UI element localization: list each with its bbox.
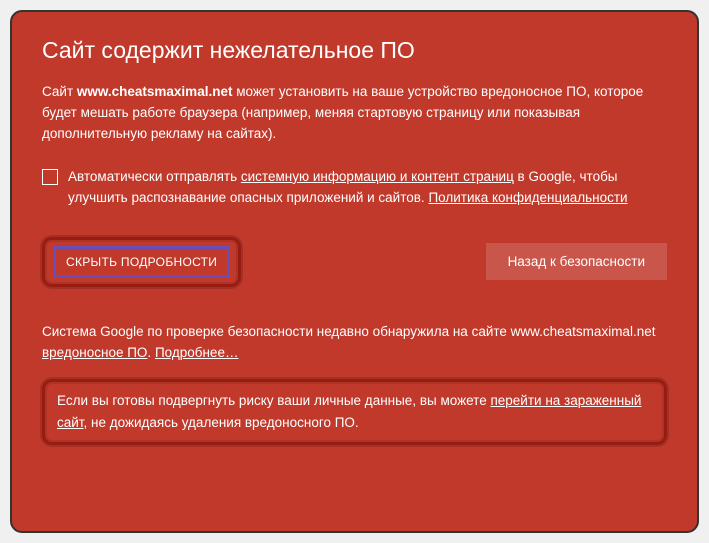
details-t2: . <box>147 345 155 360</box>
proceed-t2: , не дожидаясь удаления вредоносного ПО. <box>84 415 359 430</box>
warning-title: Сайт содержит нежелательное ПО <box>42 37 667 64</box>
details-text: Система Google по проверке безопасности … <box>42 322 667 364</box>
safe-browsing-warning: Сайт содержит нежелательное ПО Сайт www.… <box>10 10 699 533</box>
warning-description: Сайт www.cheatsmaximal.net может установ… <box>42 82 667 145</box>
report-checkbox-row: Автоматически отправлять системную инфор… <box>42 167 667 209</box>
malware-link[interactable]: вредоносное ПО <box>42 345 147 360</box>
hide-details-button[interactable]: СКРЫТЬ ПОДРОБНОСТИ <box>53 246 230 278</box>
back-to-safety-button[interactable]: Назад к безопасности <box>486 243 667 280</box>
system-info-link[interactable]: системную информацию и контент страниц <box>241 169 514 184</box>
details-t1: Система Google по проверке безопасности … <box>42 324 655 339</box>
report-checkbox[interactable] <box>42 169 58 185</box>
button-row: СКРЫТЬ ПОДРОБНОСТИ Назад к безопасности <box>42 237 667 287</box>
learn-more-link[interactable]: Подробнее… <box>155 345 239 360</box>
desc-prefix: Сайт <box>42 84 77 99</box>
proceed-highlight: Если вы готовы подвергнуть риску ваши ли… <box>42 379 667 444</box>
cb-text-1: Автоматически отправлять <box>68 169 241 184</box>
hide-details-highlight: СКРЫТЬ ПОДРОБНОСТИ <box>42 237 241 287</box>
proceed-t1: Если вы готовы подвергнуть риску ваши ли… <box>57 393 490 408</box>
privacy-policy-link[interactable]: Политика конфиденциальности <box>428 190 627 205</box>
desc-domain: www.cheatsmaximal.net <box>77 84 233 99</box>
report-checkbox-label: Автоматически отправлять системную инфор… <box>68 167 667 209</box>
